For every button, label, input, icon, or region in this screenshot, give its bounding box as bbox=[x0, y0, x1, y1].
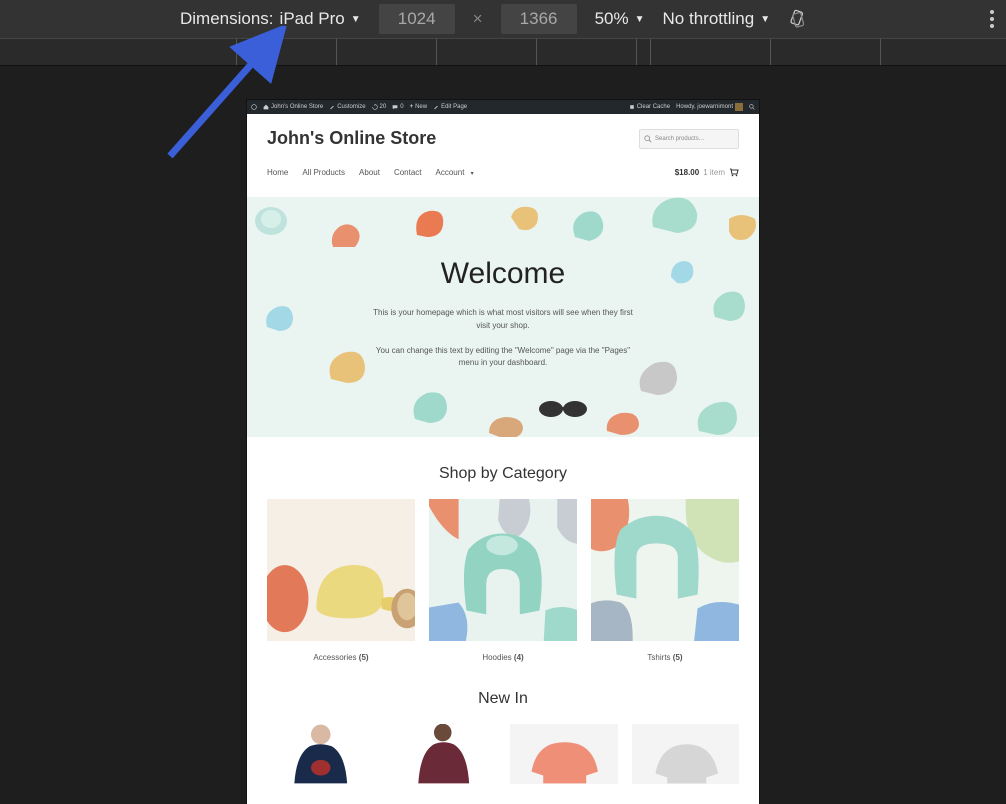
product-image bbox=[632, 724, 740, 784]
dimensions-dropdown[interactable]: Dimensions: iPad Pro ▼ bbox=[180, 9, 361, 29]
category-image bbox=[591, 499, 739, 641]
throttling-value: No throttling bbox=[663, 9, 755, 29]
nav-about[interactable]: About bbox=[359, 168, 380, 177]
category-count: (5) bbox=[673, 653, 683, 662]
search-placeholder: Search products… bbox=[655, 136, 705, 142]
hero-doodle bbox=[407, 387, 451, 427]
search-icon bbox=[644, 135, 652, 143]
shop-by-category-heading: Shop by Category bbox=[267, 465, 739, 483]
wp-site-name: John's Online Store bbox=[271, 104, 323, 110]
hero-banner: Welcome This is your homepage which is w… bbox=[247, 197, 759, 437]
chevron-down-icon: ▼ bbox=[760, 14, 770, 25]
cart-summary[interactable]: $18.00 1 item bbox=[675, 167, 739, 177]
hero-doodle bbox=[691, 397, 741, 437]
category-image bbox=[429, 499, 577, 641]
dimension-separator: × bbox=[473, 9, 483, 29]
hero-line1: This is your homepage which is what most… bbox=[373, 307, 633, 333]
device-viewport: John's Online Store Customize 20 0 + New bbox=[247, 100, 759, 804]
hero-doodle bbox=[251, 201, 291, 237]
category-tile-tshirts[interactable]: Tshirts (5) bbox=[591, 499, 739, 662]
product-tile[interactable] bbox=[510, 724, 618, 784]
chevron-down-icon: ▼ bbox=[635, 14, 645, 25]
site-content: John's Online Store Search products… Hom… bbox=[247, 114, 759, 784]
nav-account-label: Account bbox=[436, 168, 465, 177]
product-tile[interactable] bbox=[632, 724, 740, 784]
category-name: Tshirts bbox=[647, 653, 670, 662]
category-tile-accessories[interactable]: Accessories (5) bbox=[267, 499, 415, 662]
product-tile[interactable] bbox=[389, 724, 497, 784]
category-tile-hoodies[interactable]: Hoodies (4) bbox=[429, 499, 577, 662]
site-header: John's Online Store Search products… bbox=[267, 128, 739, 149]
wp-admin-bar: John's Online Store Customize 20 0 + New bbox=[247, 100, 759, 114]
primary-nav: Home All Products About Contact Account … bbox=[267, 167, 739, 187]
rotate-icon[interactable] bbox=[788, 9, 808, 29]
wp-comments[interactable]: 0 bbox=[392, 104, 403, 110]
product-image bbox=[510, 724, 618, 784]
wp-updates[interactable]: 20 bbox=[372, 104, 387, 110]
wp-new-link[interactable]: + New bbox=[410, 104, 428, 110]
cart-icon bbox=[729, 167, 739, 177]
cart-amount: $18.00 bbox=[675, 168, 699, 177]
more-options-icon[interactable] bbox=[990, 10, 994, 28]
wp-site-link[interactable]: John's Online Store bbox=[263, 104, 323, 110]
throttling-dropdown[interactable]: No throttling ▼ bbox=[663, 9, 771, 29]
hero-doodle bbox=[723, 209, 759, 245]
wp-updates-count: 20 bbox=[380, 104, 387, 110]
hero-line2: You can change this text by editing the … bbox=[373, 345, 633, 371]
wp-new-label: New bbox=[415, 104, 427, 110]
wp-clear-cache-link[interactable]: Clear Cache bbox=[629, 104, 670, 110]
category-image bbox=[267, 499, 415, 641]
zoom-value: 50% bbox=[595, 9, 629, 29]
hero-doodle bbox=[409, 205, 449, 241]
hero-title: Welcome bbox=[247, 257, 759, 291]
hero-doodle bbox=[505, 201, 545, 235]
nav-home[interactable]: Home bbox=[267, 168, 288, 177]
dimensions-label: Dimensions: bbox=[180, 9, 274, 29]
device-name: iPad Pro bbox=[280, 9, 345, 29]
device-ruler bbox=[0, 38, 1006, 66]
product-image bbox=[389, 724, 497, 784]
hero-doodle bbox=[567, 207, 607, 245]
avatar bbox=[735, 103, 743, 111]
zoom-dropdown[interactable]: 50% ▼ bbox=[595, 9, 645, 29]
device-stage: John's Online Store Customize 20 0 + New bbox=[0, 66, 1006, 804]
nav-contact[interactable]: Contact bbox=[394, 168, 422, 177]
category-name: Hoodies bbox=[482, 653, 511, 662]
nav-all-products[interactable]: All Products bbox=[302, 168, 345, 177]
wp-howdy-text: Howdy, joewarnimont bbox=[676, 104, 733, 110]
category-name: Accessories bbox=[313, 653, 356, 662]
nav-account[interactable]: Account ▾ bbox=[436, 168, 474, 177]
hero-doodle bbox=[647, 197, 703, 239]
height-input[interactable] bbox=[501, 4, 577, 34]
product-tile[interactable] bbox=[267, 724, 375, 784]
hero-doodle bbox=[483, 411, 527, 437]
category-grid: Accessories (5) bbox=[267, 499, 739, 662]
wp-logo-icon[interactable] bbox=[251, 104, 257, 110]
product-search-input[interactable]: Search products… bbox=[639, 129, 739, 149]
wp-clear-cache-label: Clear Cache bbox=[637, 104, 670, 110]
product-image bbox=[267, 724, 375, 784]
wp-comments-count: 0 bbox=[400, 104, 403, 110]
wp-customize-label: Customize bbox=[337, 104, 365, 110]
sunglasses-doodle bbox=[535, 393, 591, 423]
new-in-grid bbox=[267, 724, 739, 784]
width-input[interactable] bbox=[379, 4, 455, 34]
hero-doodle bbox=[327, 219, 365, 253]
cart-count: 1 item bbox=[703, 168, 725, 177]
new-in-heading: New In bbox=[267, 690, 739, 708]
wp-howdy[interactable]: Howdy, joewarnimont bbox=[676, 103, 743, 111]
chevron-down-icon: ▾ bbox=[471, 171, 474, 177]
wp-search-icon[interactable] bbox=[749, 104, 755, 110]
wp-edit-page-link[interactable]: Edit Page bbox=[433, 104, 467, 110]
hero-doodle bbox=[601, 409, 643, 437]
site-title[interactable]: John's Online Store bbox=[267, 128, 436, 149]
chevron-down-icon: ▼ bbox=[351, 14, 361, 25]
wp-customize-link[interactable]: Customize bbox=[329, 104, 365, 110]
devtools-device-toolbar: Dimensions: iPad Pro ▼ × 50% ▼ No thrott… bbox=[0, 0, 1006, 38]
category-count: (5) bbox=[359, 653, 369, 662]
category-count: (4) bbox=[514, 653, 524, 662]
wp-edit-page-label: Edit Page bbox=[441, 104, 467, 110]
